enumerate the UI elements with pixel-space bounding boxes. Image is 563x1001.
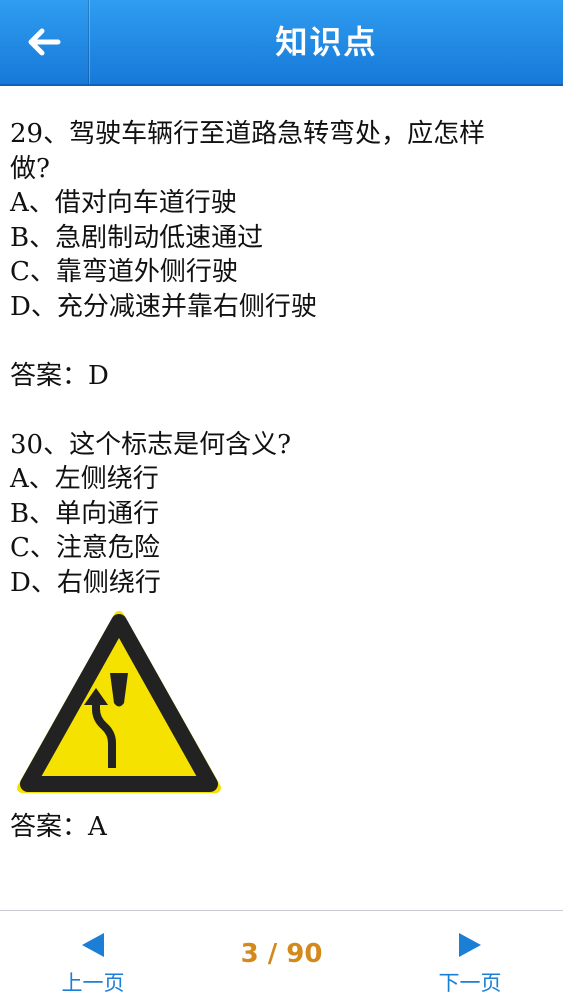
option-b: B、单向通行: [10, 498, 160, 529]
option-d: D、充分减速并靠右侧行驶: [10, 291, 317, 322]
question-text: 30、这个标志是何含义?: [10, 429, 292, 460]
option-d: D、右侧绕行: [10, 567, 161, 598]
question-29: 29、驾驶车辆行至道路急转弯处，应怎样 做? A、借对向车道行驶 B、急剧制动低…: [10, 117, 550, 428]
option-c: C、注意危险: [10, 533, 160, 563]
back-button[interactable]: [0, 0, 89, 84]
triangle-left-icon: [82, 933, 104, 957]
knowledge-content: 29、驾驶车辆行至道路急转弯处，应怎样 做? A、借对向车道行驶 B、急剧制动低…: [10, 117, 550, 845]
keep-left-warning-sign-icon: [17, 611, 221, 793]
warning-sign-image: [14, 608, 224, 798]
next-page-label: 下一页: [438, 971, 502, 995]
triangle-right-icon: [459, 933, 481, 957]
answer: 答案：D: [10, 360, 109, 391]
question-30: 30、这个标志是何含义? A、左侧绕行 B、单向通行 C、注意危险 D、右侧绕行…: [10, 428, 550, 845]
option-b: B、急剧制动低速通过: [10, 222, 264, 253]
page-title: 知识点: [275, 23, 378, 61]
next-page-button[interactable]: 下一页: [410, 911, 530, 1001]
answer: 答案：A: [10, 812, 107, 842]
app-header: 知识点: [0, 0, 563, 86]
option-c: C、靠弯道外侧行驶: [10, 257, 238, 287]
question-text: 29、驾驶车辆行至道路急转弯处，应怎样: [10, 119, 486, 149]
prev-page-button[interactable]: 上一页: [33, 911, 153, 1001]
page-indicator: 3 / 90: [240, 939, 323, 969]
arrow-left-icon: [28, 28, 61, 56]
question-text-cont: 做?: [10, 153, 50, 184]
option-a: A、借对向车道行驶: [10, 188, 237, 218]
bottom-pager-bar: 上一页 3 / 90 下一页: [0, 910, 563, 1001]
option-a: A、左侧绕行: [10, 464, 159, 494]
prev-page-label: 上一页: [61, 971, 125, 995]
